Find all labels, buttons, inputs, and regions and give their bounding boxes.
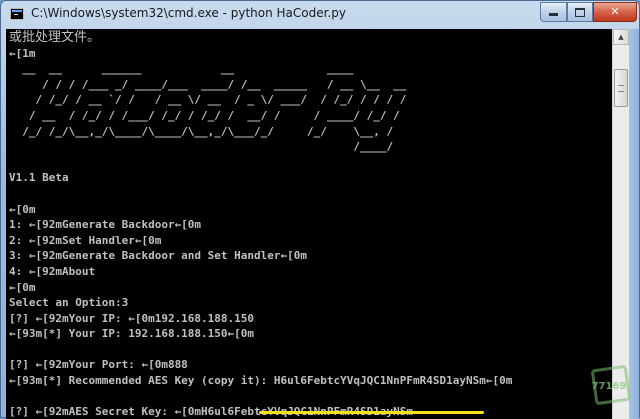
console-line: / / / /___ _/ ____/___ ____/ /__ _____ /… (9, 77, 407, 91)
close-icon: ✕ (610, 5, 620, 18)
console-output[interactable]: 或批处理文件。 ←[1m __ __ ______ __ ____ / / / /… (6, 29, 612, 419)
console-line: [?] ←[92mYour IP: ←[0m192.168.188.150 (9, 311, 255, 325)
watermark: 77169 (589, 364, 632, 411)
console-line: ←[1m (9, 46, 36, 60)
minimize-button[interactable] (540, 2, 567, 22)
console-line: V1.1 Beta (9, 171, 69, 185)
console-line: /____/ (9, 140, 394, 154)
console-line: 4: ←[92mAbout (9, 264, 96, 278)
console-line: ←[0m (9, 202, 36, 216)
console-line: 1: ←[92mGenerate Backdoor←[0m (9, 218, 202, 232)
watermark-text: 77169 (591, 381, 627, 392)
maximize-button[interactable] (567, 2, 593, 22)
console-line: /_/ /_/\__,_/\____/\____/\__,_/\___/_/ /… (9, 124, 394, 138)
scroll-up-button[interactable]: ▲ (613, 29, 629, 45)
console-line: Select an Option:3 (9, 296, 129, 310)
close-button[interactable]: ✕ (593, 2, 637, 22)
console-line: ←[0m (9, 280, 36, 294)
console-line: 或批处理文件。 (9, 30, 101, 45)
console-line: ←[93m[*] Your IP: 192.168.188.150←[0m (9, 327, 255, 341)
console-line: / /_/ / __ `/ / / __ \/ __ / _ \/ ___/ /… (9, 93, 407, 107)
console-line: / __ / /_/ / /___/ /_/ / /_/ / __/ / / _… (9, 108, 400, 122)
title-bar[interactable]: C:\Windows\system32\cmd.exe - python HaC… (1, 1, 639, 29)
highlight-underline (259, 411, 484, 414)
console-line: ←[93m[*] Recommended AES Key (copy it): … (9, 374, 513, 388)
cmd-window: C:\Windows\system32\cmd.exe - python HaC… (0, 0, 640, 419)
cmd-icon[interactable] (10, 8, 24, 20)
maximize-icon (575, 8, 585, 17)
console-line: 2: ←[92mSet Handler←[0m (9, 233, 162, 247)
console-line: [?] ←[92mYour Port: ←[0m888 (9, 358, 188, 372)
vertical-scrollbar[interactable]: ▲ (612, 29, 629, 419)
console-line: 3: ←[92mGenerate Backdoor and Set Handle… (9, 249, 308, 263)
scroll-thumb[interactable] (614, 69, 628, 107)
console-line: __ __ ______ __ ____ (9, 62, 354, 76)
console-lines: 或批处理文件。 ←[1m __ __ ______ __ ____ / / / /… (9, 30, 512, 419)
window-title: C:\Windows\system32\cmd.exe - python HaC… (31, 6, 346, 20)
window-frame-right (629, 29, 639, 419)
minimize-icon (549, 13, 558, 16)
